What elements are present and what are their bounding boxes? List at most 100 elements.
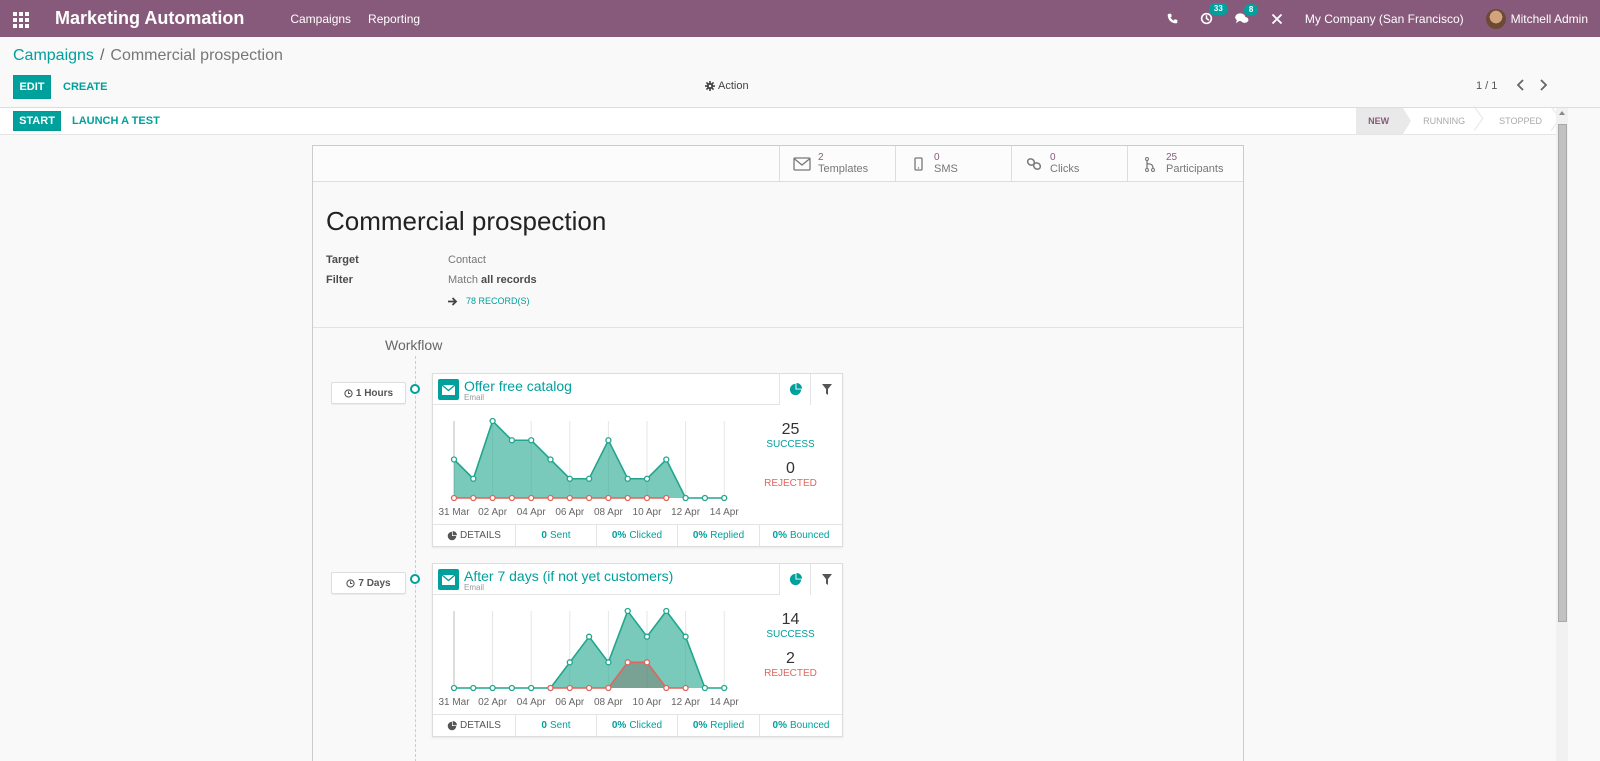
templates-stat-button[interactable]: 2 Templates [779,146,895,182]
activity-interval[interactable]: 7 Days [331,572,406,594]
mobile-icon [908,157,928,171]
menu-item-reporting[interactable]: Reporting [368,12,420,26]
scroll-thumb[interactable] [1558,124,1567,622]
clicks-stat-button[interactable]: 0 Clicks [1011,146,1127,182]
target-value[interactable]: Contact [448,254,486,266]
pie-chart-icon [789,573,802,586]
chevron-left-icon [1516,79,1524,91]
pager-next-button[interactable] [1539,78,1548,94]
rejected-count: 2 [786,650,795,667]
menu-item-campaigns[interactable]: Campaigns [290,12,351,26]
phone-icon[interactable] [1167,13,1178,24]
success-point [450,684,458,692]
records-link[interactable]: 78 RECORD(S) [448,296,530,306]
action-label: Action [718,80,749,92]
debug-tools-icon[interactable] [1271,13,1283,25]
bounced-label: Bounced [789,720,830,731]
pager-previous-button[interactable] [1516,78,1525,94]
messages-icon[interactable]: 8 [1235,3,1259,25]
app-title: Marketing Automation [55,8,245,28]
activity-clock-icon[interactable]: 33 [1200,3,1228,25]
action-dropdown[interactable]: Action [705,80,749,92]
activity-footer: DETAILS 0 Sent 0% Clicked 0% Replied 0% Boun… [433,714,842,736]
x-tick-label: 12 Apr [671,507,701,518]
activity-name[interactable]: After 7 days (if not yet customers) [464,568,673,584]
x-tick-label: 12 Apr [671,697,701,708]
success-point [470,475,477,482]
activity-name[interactable]: Offer free catalog [464,378,572,394]
clicks-count: 0 [1050,152,1056,163]
x-tick-label: 08 Apr [594,507,624,518]
filter-label: Filter [326,274,353,286]
apps-menu-icon[interactable] [13,11,29,28]
rejected-point [682,684,689,692]
create-button[interactable]: CREATE [63,81,107,93]
filter-value[interactable]: Match all records [448,274,537,286]
launch-test-button[interactable]: LAUNCH A TEST [72,115,160,127]
top-navbar: Marketing Automation Campaigns Reporting… [0,0,1600,37]
details-button[interactable]: DETAILS [433,715,515,736]
success-point [528,684,535,692]
replied-stat[interactable]: 0% Replied [677,715,759,736]
rejected-point [624,659,631,666]
filter-button[interactable] [810,374,843,405]
success-point [547,456,554,463]
x-tick-label: 06 Apr [555,697,585,708]
edit-button[interactable]: EDIT [13,75,51,99]
success-point [663,456,670,463]
filter-prefix: Match [448,274,478,286]
stats-toggle-button[interactable] [779,374,811,405]
scroll-up-arrow[interactable] [1559,111,1565,115]
participants-stat-button[interactable]: 25 Participants [1127,146,1243,182]
x-tick-label: 14 Apr [710,507,740,518]
replied-stat[interactable]: 0% Replied [677,525,759,546]
success-point [663,607,670,615]
sent-stat[interactable]: 0 Sent [515,715,596,736]
rejected-label: REJECTED [764,668,817,679]
rejected-point [450,494,458,502]
breadcrumb-campaigns[interactable]: Campaigns [13,47,94,64]
sms-stat-button[interactable]: 0 SMS [895,146,1011,182]
smart-button-box: 2 Templates 0 SMS 0 Clicks 25 Participants [313,146,1243,182]
activity-type: Email [464,393,485,402]
sms-label: SMS [934,163,958,175]
clicked-stat[interactable]: 0% Clicked [596,525,677,546]
sent-value: 0 [541,530,547,541]
stats-toggle-button[interactable] [779,564,811,595]
start-button[interactable]: START [13,111,61,131]
user-name: Mitchell Admin [1510,11,1588,26]
success-point [721,494,728,502]
stage-new[interactable]: NEW [1356,108,1412,134]
rejected-point [624,494,631,502]
clock-icon [346,578,356,588]
x-tick-label: 10 Apr [633,507,663,518]
success-count: 25 [781,421,800,438]
user-menu[interactable]: Mitchell Admin [1485,8,1588,29]
bounced-label: Bounced [789,530,830,541]
success-point [585,475,593,482]
stage-stopped[interactable]: STOPPED [1479,108,1556,134]
stage-running[interactable]: RUNNING [1403,108,1479,134]
rejected-point [643,659,651,666]
main-menu: Campaigns Reporting [290,12,437,26]
activity-interval[interactable]: 1 Hours [331,382,406,404]
rejected-point [470,494,477,502]
x-tick-label: 04 Apr [517,697,547,708]
rejected-point [605,684,612,692]
sent-stat[interactable]: 0 Sent [515,525,596,546]
activity-card: Offer free catalog Email 31 Mar 02 Apr 04 … [432,373,843,547]
replied-value: 0% [692,530,708,541]
participants-label: Participants [1166,163,1224,175]
filter-button[interactable] [810,564,843,595]
bounced-stat[interactable]: 0% Bounced [759,525,842,546]
clicked-stat[interactable]: 0% Clicked [596,715,677,736]
details-button[interactable]: DETAILS [433,525,515,546]
vertical-scrollbar[interactable] [1556,108,1568,761]
rejected-point [663,494,670,502]
templates-label: Templates [818,163,869,175]
bounced-stat[interactable]: 0% Bounced [759,715,842,736]
templates-count: 2 [818,152,824,163]
success-point [566,659,573,666]
target-label: Target [326,254,359,266]
company-switcher[interactable]: My Company (San Francisco) [1305,12,1464,26]
